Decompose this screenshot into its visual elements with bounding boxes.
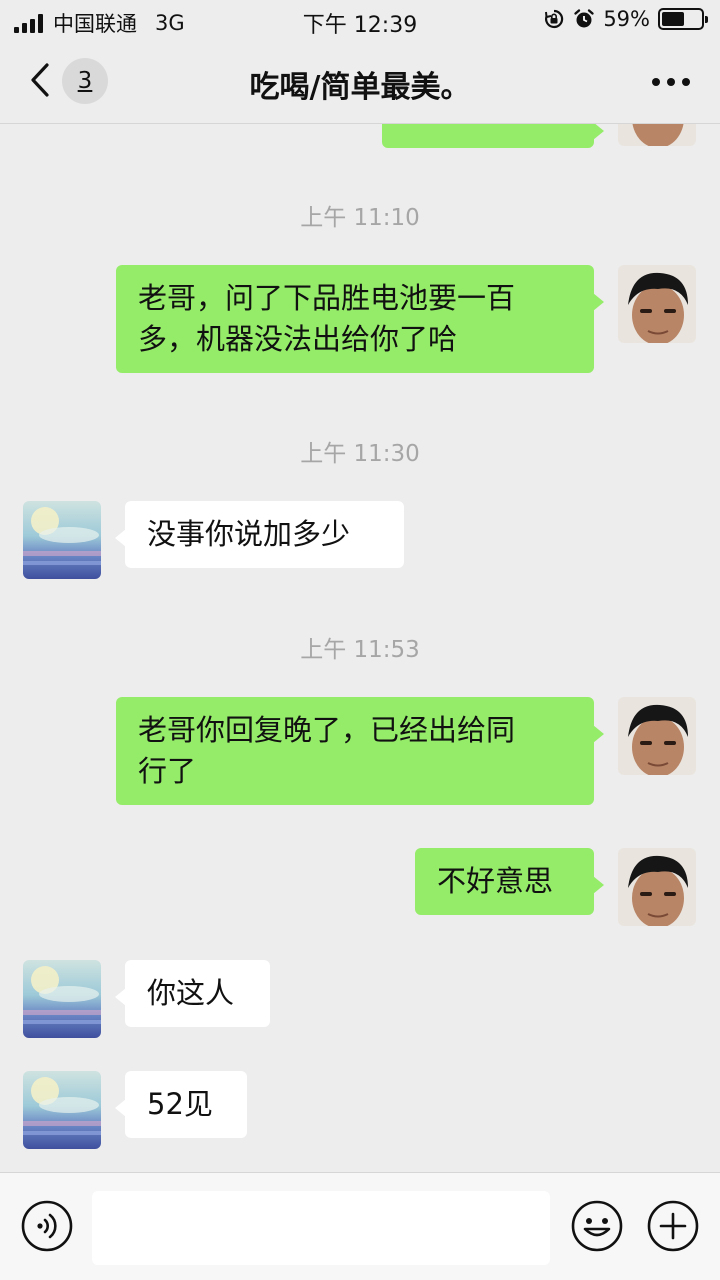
message-text: 52见: [147, 1087, 213, 1121]
input-bar: [0, 1172, 720, 1280]
chevron-left-icon[interactable]: [28, 62, 52, 98]
avatar-contact[interactable]: [23, 1071, 101, 1149]
message-bubble-outgoing[interactable]: [382, 124, 604, 148]
more-dots-icon[interactable]: [652, 78, 690, 86]
message-bubble-outgoing[interactable]: 老哥你回复晚了，已经出给同 行了: [116, 697, 604, 805]
message-bubble-outgoing[interactable]: 老哥，问了下品胜电池要一百 多，机器没法出给你了哈: [116, 265, 604, 373]
message-text: 你这人: [147, 976, 235, 1010]
chat-header: 3 吃喝/简单最美。: [0, 40, 720, 124]
battery-level: [662, 12, 685, 26]
message-text: 没事你说加多少: [147, 517, 351, 551]
avatar-contact[interactable]: [23, 960, 101, 1038]
message-bubble-incoming[interactable]: 52见: [115, 1071, 247, 1138]
avatar-self[interactable]: [618, 848, 696, 926]
message-text: 多，机器没法出给你了哈: [138, 322, 458, 356]
message-bubble-incoming[interactable]: 你这人: [115, 960, 270, 1027]
message-timestamp: 上午 11:53: [300, 637, 420, 663]
message-timestamp: 上午 11:10: [300, 205, 420, 231]
status-bar: 中国联通 3G 下午 12:39 59%: [0, 0, 720, 40]
chat-title: 吃喝/简单最美。: [249, 70, 471, 105]
avatar-self[interactable]: [618, 265, 696, 343]
avatar-self[interactable]: [618, 697, 696, 775]
plus-icon[interactable]: [646, 1199, 700, 1253]
message-list[interactable]: 上午 11:10 老哥，问了下品胜电池要一百 多，机器没法出给你了哈 上午 11…: [0, 124, 720, 1172]
message-bubble-outgoing[interactable]: 不好意思: [415, 848, 604, 915]
unread-count-badge[interactable]: 3: [62, 58, 108, 104]
message-timestamp: 上午 11:30: [300, 441, 420, 467]
message-text: 不好意思: [437, 864, 554, 898]
alarm-icon: [574, 9, 595, 28]
orientation-lock-icon: [545, 9, 564, 29]
battery-percent: 59%: [603, 7, 650, 31]
voice-icon[interactable]: [20, 1199, 74, 1253]
message-text: 行了: [138, 754, 197, 788]
avatar-self[interactable]: [618, 124, 696, 146]
emoji-icon[interactable]: [570, 1199, 624, 1253]
message-bubble-incoming[interactable]: 没事你说加多少: [115, 501, 404, 568]
avatar-contact[interactable]: [23, 501, 101, 579]
message-text: 老哥你回复晚了，已经出给同: [138, 713, 516, 747]
message-input[interactable]: [92, 1191, 550, 1265]
message-text: 老哥，问了下品胜电池要一百: [138, 281, 516, 315]
battery-icon: [658, 8, 708, 30]
